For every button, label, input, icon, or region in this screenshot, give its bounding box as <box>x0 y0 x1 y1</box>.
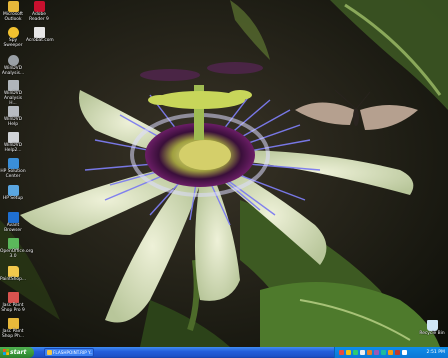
system-tray: 2:51 PM <box>334 347 448 358</box>
desktop-icon-avant-browser[interactable]: Avant Browser <box>0 212 26 233</box>
desktop-icon-label: WinDVD Help <box>4 117 22 127</box>
dvd-icon <box>7 106 19 117</box>
desktop[interactable]: Microsoft Outlook Adobe Reader 9 Spy Swe… <box>0 0 448 347</box>
window-app-icon <box>47 350 52 355</box>
folder-icon <box>7 266 19 277</box>
passion-flower-wallpaper <box>0 0 448 347</box>
desktop-icon-hp-solution-center[interactable]: HP Solution Center <box>0 158 26 179</box>
recycle-bin-icon <box>426 320 438 331</box>
desktop-icon-label: HP Solution Center <box>0 169 26 179</box>
desktop-icon-windvd-analysis[interactable]: WinDVD Analysis... <box>0 55 26 76</box>
dvd-icon <box>7 80 19 91</box>
paintshop-photo-icon <box>7 318 19 329</box>
acrobat-com-icon <box>33 27 45 38</box>
desktop-icon-label: Spy Sweeper <box>3 38 23 48</box>
taskbar-window-button[interactable]: FLASHPOINT.RIP Y... <box>44 348 94 357</box>
desktop-icon-label: Microsoft Outlook <box>3 12 23 22</box>
desktop-icon-label: Acrobat.com <box>26 38 54 43</box>
desktop-icon-label: WinDVD Analysis... <box>1 66 25 76</box>
alert-icon[interactable] <box>402 350 407 355</box>
messenger-icon[interactable] <box>381 350 386 355</box>
dvd-icon <box>7 132 19 143</box>
openoffice-icon <box>7 238 19 249</box>
power-icon[interactable] <box>395 350 400 355</box>
windows-logo-icon <box>3 349 9 355</box>
start-label: start <box>10 349 27 356</box>
spy-sweeper-icon <box>7 27 19 38</box>
desktop-icon-openoffice[interactable]: OpenOffice.org 3.0 <box>0 238 34 259</box>
paintshop-icon <box>7 292 19 303</box>
hp-solution-icon <box>7 158 19 169</box>
taskbar-window-label: FLASHPOINT.RIP Y... <box>53 350 94 355</box>
adobe-reader-icon <box>33 1 45 12</box>
desktop-icon-acrobat-com[interactable]: Acrobat.com <box>26 27 54 43</box>
desktop-icon-jasc-paint-shop-photo[interactable]: Jasc Paint Shop Ph... <box>0 318 26 339</box>
clock[interactable]: 2:51 PM <box>426 347 445 358</box>
desktop-icon-windvd-help2[interactable]: WinDVD Help2... <box>0 132 26 153</box>
desktop-icon-outlook[interactable]: Microsoft Outlook <box>0 1 26 22</box>
printer-icon[interactable] <box>388 350 393 355</box>
desktop-icon-recycle-bin[interactable]: Recycle Bin <box>419 320 445 336</box>
security-icon[interactable] <box>367 350 372 355</box>
desktop-icon-label: WinDVD Analysis H... <box>3 91 23 106</box>
desktop-icon-label: HP Setup <box>2 196 24 201</box>
avant-browser-icon <box>7 212 19 223</box>
update-icon[interactable] <box>360 350 365 355</box>
desktop-icon-label: PaintShop... <box>0 277 27 282</box>
desktop-icon-label: Avant Browser <box>4 223 22 233</box>
start-button[interactable]: start <box>0 347 34 358</box>
desktop-icon-paintshop-folder[interactable]: PaintShop... <box>0 266 26 282</box>
desktop-icon-windvd-analysis-h[interactable]: WinDVD Analysis H... <box>0 80 26 106</box>
volume-icon[interactable] <box>353 350 358 355</box>
desktop-icon-spy-sweeper[interactable]: Spy Sweeper <box>0 27 26 48</box>
desktop-icon-label: OpenOffice.org 3.0 <box>0 249 34 259</box>
desktop-icon-label: WinDVD Help2... <box>4 143 22 153</box>
desktop-icon-windvd-help[interactable]: WinDVD Help <box>0 106 26 127</box>
taskbar: start FLASHPOINT.RIP Y... 2:51 PM <box>0 347 448 358</box>
desktop-icon-hp-setup[interactable]: HP Setup <box>0 185 26 201</box>
network-icon[interactable] <box>346 350 351 355</box>
desktop-icon-label: Recycle Bin <box>419 331 445 336</box>
antivirus-icon[interactable] <box>374 350 379 355</box>
desktop-icon-label: Jasc Paint Shop Pro 9 <box>1 303 25 313</box>
desktop-icon-adobe-reader[interactable]: Adobe Reader 9 <box>26 1 52 22</box>
desktop-icon-label: Adobe Reader 9 <box>29 12 49 22</box>
dvd-icon <box>7 55 19 66</box>
hp-setup-icon <box>7 185 19 196</box>
desktop-icon-jasc-paint-shop-pro[interactable]: Jasc Paint Shop Pro 9 <box>0 292 26 313</box>
outlook-icon <box>7 1 19 12</box>
desktop-icon-label: Jasc Paint Shop Ph... <box>1 329 25 339</box>
shield-icon[interactable] <box>339 350 344 355</box>
